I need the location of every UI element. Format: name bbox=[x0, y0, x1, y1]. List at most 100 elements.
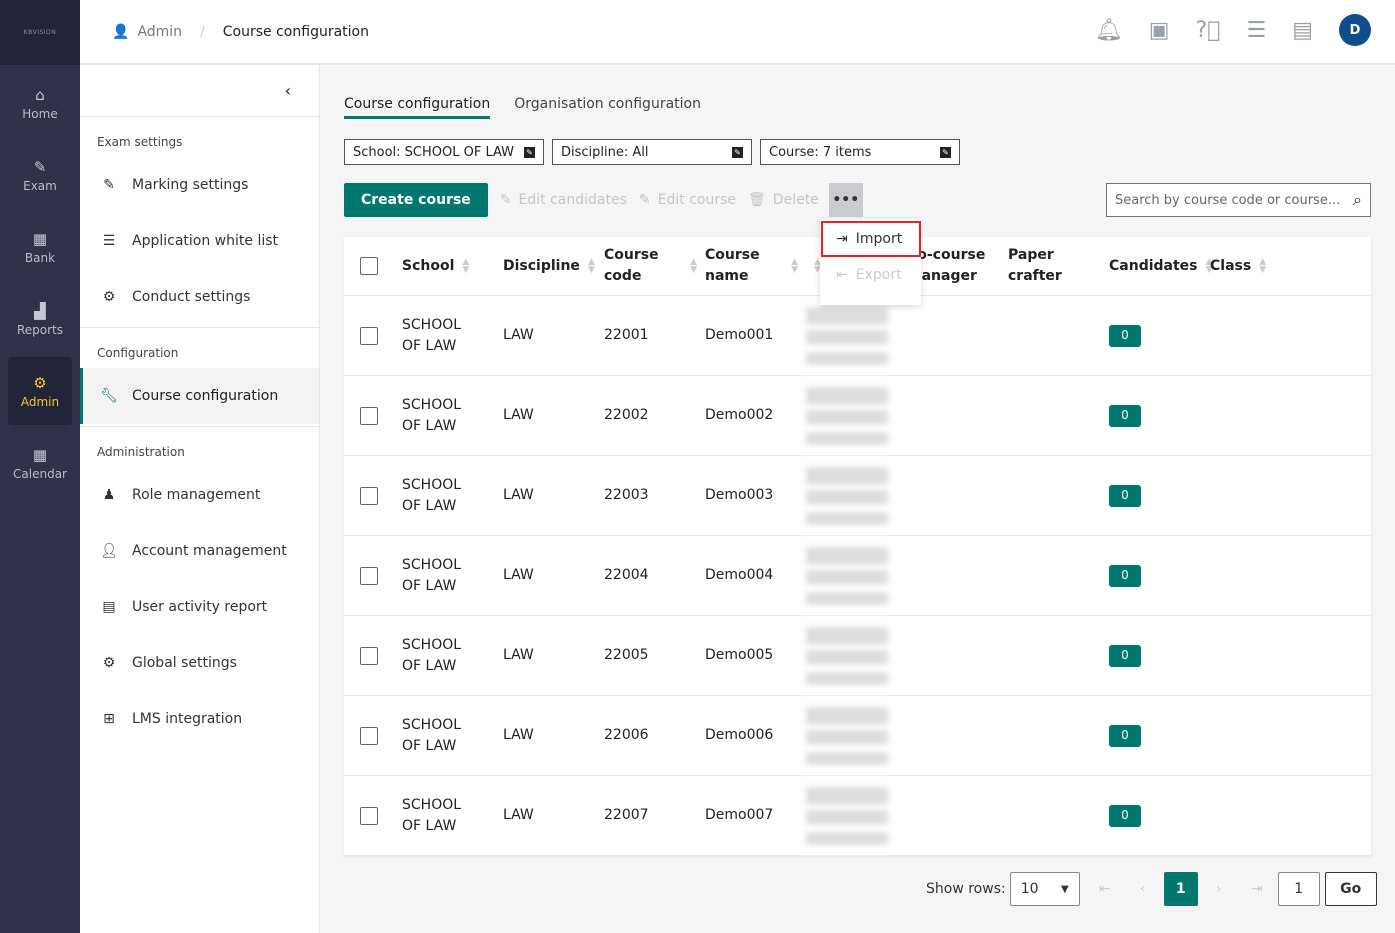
edit-course-button[interactable]: ✎ Edit course bbox=[639, 192, 736, 208]
table-row[interactable]: SCHOOL OF LAW LAW 22001 Demo001 0 bbox=[344, 296, 1371, 376]
rail-item-label: Exam bbox=[23, 178, 57, 193]
sort-icon[interactable]: ▲ ▼ bbox=[588, 258, 595, 275]
table-row[interactable]: SCHOOL OF LAW LAW 22006 Demo006 0 bbox=[344, 696, 1371, 776]
search-icon[interactable]: ⌕ bbox=[1353, 190, 1362, 210]
delete-button[interactable]: 🗑︎ Delete bbox=[748, 192, 819, 208]
tab-organisation-configuration[interactable]: Organisation configuration bbox=[514, 96, 701, 119]
sidebar-item-global-settings[interactable]: ⚙ Global settings bbox=[80, 635, 319, 691]
candidates-badge[interactable]: 0 bbox=[1109, 324, 1141, 347]
current-page-button[interactable]: 1 bbox=[1163, 872, 1198, 906]
course-name-cell: Demo007 bbox=[705, 807, 774, 823]
rail-item-exam[interactable]: ✎ Exam bbox=[8, 141, 72, 209]
go-button[interactable]: Go bbox=[1324, 872, 1377, 906]
column-header[interactable]: Candidates ▲ ▼ bbox=[1109, 256, 1212, 277]
sort-icon[interactable]: ▲ ▼ bbox=[462, 258, 469, 275]
table-row[interactable]: SCHOOL OF LAW LAW 22002 Demo002 0 bbox=[344, 376, 1371, 456]
sort-icon[interactable]: ▲ ▼ bbox=[690, 258, 697, 275]
row-checkbox[interactable] bbox=[360, 326, 378, 345]
candidates-badge[interactable]: 0 bbox=[1109, 644, 1141, 667]
rail-item-calendar[interactable]: ▦ Calendar bbox=[8, 429, 72, 497]
course-code-cell: 22006 bbox=[604, 727, 649, 743]
sidebar-item-marking-settings[interactable]: ✎ Marking settings bbox=[80, 157, 319, 213]
row-checkbox[interactable] bbox=[360, 406, 378, 425]
course-code-cell: 22007 bbox=[604, 807, 649, 823]
sidebar-item-role-management[interactable]: ♟ Role management bbox=[80, 467, 319, 523]
help-icon[interactable]: ?⃝ bbox=[1196, 18, 1221, 43]
candidates-cell: 0 bbox=[1109, 804, 1210, 827]
breadcrumb-admin[interactable]: Admin bbox=[137, 24, 182, 40]
school-filter[interactable]: School: SCHOOL OF LAW ✎ bbox=[344, 139, 544, 165]
row-checkbox[interactable] bbox=[360, 646, 378, 665]
edit-icon[interactable]: ✎ bbox=[940, 146, 951, 158]
rail-item-admin[interactable]: ⚙ Admin bbox=[8, 357, 72, 425]
avatar[interactable]: D bbox=[1339, 14, 1371, 46]
column-header[interactable]: Class ▲ ▼ bbox=[1210, 256, 1311, 277]
more-actions-button[interactable]: ••• bbox=[828, 183, 863, 217]
sidebar-item-lms-integration[interactable]: ⊞ LMS integration bbox=[80, 691, 319, 747]
row-checkbox[interactable] bbox=[360, 806, 378, 825]
row-checkbox[interactable] bbox=[360, 486, 378, 505]
edit-candidates-button[interactable]: ✎ Edit candidates bbox=[500, 192, 627, 208]
candidates-badge[interactable]: 0 bbox=[1109, 564, 1141, 587]
table-row[interactable]: SCHOOL OF LAW LAW 22005 Demo005 0 bbox=[344, 616, 1371, 696]
sidebar-item-application-white-list[interactable]: ☰ Application white list bbox=[80, 213, 319, 269]
column-header[interactable]: Course name ▲ ▼ bbox=[705, 245, 806, 287]
first-page-icon[interactable]: ⇤ bbox=[1086, 881, 1124, 897]
clipboard-icon[interactable]: ▤ bbox=[1292, 18, 1313, 43]
rail-item-label: Bank bbox=[24, 250, 56, 265]
school-cell: SCHOOL OF LAW bbox=[402, 316, 462, 354]
school-cell: SCHOOL OF LAW bbox=[402, 796, 462, 834]
create-course-button[interactable]: Create course bbox=[344, 183, 488, 217]
candidates-badge[interactable]: 0 bbox=[1109, 484, 1141, 507]
rail-item-home[interactable]: ⌂ Home bbox=[8, 69, 72, 137]
table-row[interactable]: SCHOOL OF LAW LAW 22004 Demo004 0 bbox=[344, 536, 1371, 616]
column-header[interactable]: School ▲ ▼ bbox=[402, 256, 503, 277]
table-row[interactable]: SCHOOL OF LAW LAW 22003 Demo003 0 bbox=[344, 456, 1371, 536]
row-checkbox[interactable] bbox=[360, 726, 378, 745]
course-code-cell: 22005 bbox=[604, 647, 649, 663]
collapse-chevron-icon[interactable]: ‹ bbox=[285, 81, 291, 100]
rail-item-bank[interactable]: ▦ Bank bbox=[8, 213, 72, 281]
section-title: Configuration bbox=[97, 346, 179, 360]
course-name-cell: Demo004 bbox=[705, 567, 774, 583]
edit-icon[interactable]: ✎ bbox=[732, 146, 743, 158]
bell-icon[interactable]: 🔔︎ bbox=[1095, 18, 1123, 43]
row-checkbox[interactable] bbox=[360, 566, 378, 585]
column-header[interactable]: Course code ▲ ▼ bbox=[604, 245, 705, 287]
edit-icon[interactable]: ✎ bbox=[524, 146, 535, 158]
reports-icon: ▟ bbox=[34, 301, 46, 320]
checklist-icon[interactable]: ☰ bbox=[1246, 18, 1266, 43]
rows-per-page-select[interactable]: 10 ▼ bbox=[1009, 872, 1080, 906]
import-menu-item[interactable]: ⇥ Import bbox=[821, 221, 921, 257]
sidebar-item-course-configuration[interactable]: 🔧︎ Course configuration bbox=[80, 368, 319, 424]
prev-page-icon[interactable]: ‹ bbox=[1124, 881, 1162, 897]
column-header[interactable]: Discipline ▲ ▼ bbox=[503, 256, 604, 277]
goto-page-input[interactable]: 1 bbox=[1277, 872, 1320, 906]
sidebar-item-account-management[interactable]: 👤︎ Account management bbox=[80, 523, 319, 579]
column-header: Co-course manager bbox=[907, 245, 1008, 287]
tab-course-configuration[interactable]: Course configuration bbox=[344, 96, 491, 119]
select-all-checkbox[interactable] bbox=[360, 257, 378, 275]
sort-icon[interactable]: ▲ ▼ bbox=[1259, 258, 1266, 275]
sidebar-item-user-activity-report[interactable]: ▤ User activity report bbox=[80, 579, 319, 635]
course-code-cell: 22001 bbox=[604, 327, 649, 343]
briefcase-icon[interactable]: ▣ bbox=[1149, 18, 1170, 43]
sidebar-item-conduct-settings[interactable]: ⚙ Conduct settings bbox=[80, 269, 319, 325]
next-page-icon[interactable]: › bbox=[1200, 881, 1238, 897]
candidates-badge[interactable]: 0 bbox=[1109, 404, 1141, 427]
course-filter[interactable]: Course: 7 items ✎ bbox=[760, 139, 960, 165]
sort-icon[interactable]: ▲ ▼ bbox=[791, 258, 798, 275]
export-menu-item[interactable]: ⇤ Export bbox=[820, 258, 921, 292]
gear-icon: ⚙ bbox=[102, 655, 116, 671]
pencil-icon: ✎ bbox=[638, 192, 651, 208]
candidates-badge[interactable]: 0 bbox=[1109, 804, 1141, 827]
discipline-filter[interactable]: Discipline: All ✎ bbox=[552, 139, 752, 165]
course-manager-cell bbox=[806, 546, 907, 605]
sidebar-item-label: Marking settings bbox=[132, 177, 249, 193]
rail-item-reports[interactable]: ▟ Reports bbox=[8, 285, 72, 353]
table-row[interactable]: SCHOOL OF LAW LAW 22007 Demo007 0 bbox=[344, 776, 1371, 856]
course-code-cell: 22002 bbox=[604, 407, 649, 423]
candidates-badge[interactable]: 0 bbox=[1109, 724, 1141, 747]
last-page-icon[interactable]: ⇥ bbox=[1238, 881, 1276, 897]
search-input[interactable]: Search by course code or course... ⌕ bbox=[1106, 183, 1371, 217]
